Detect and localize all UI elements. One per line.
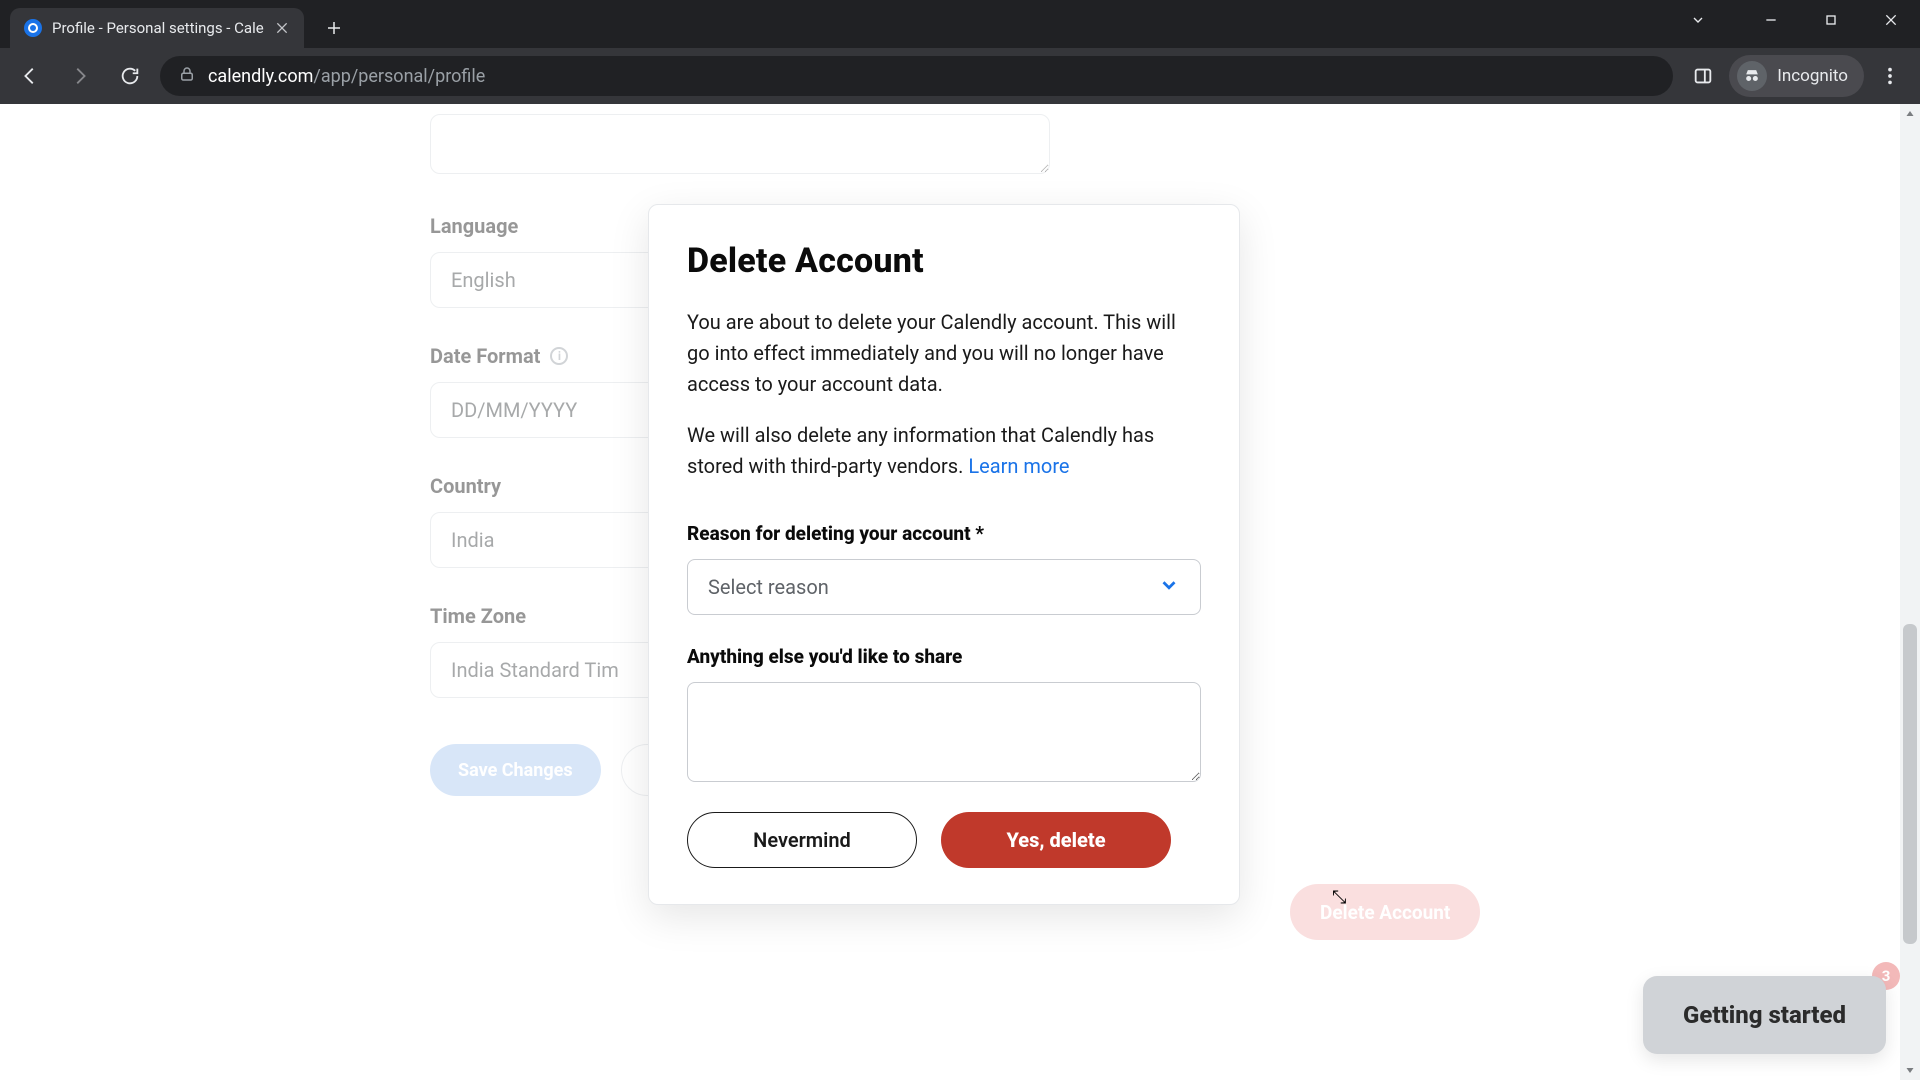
chevron-down-icon [1158, 574, 1180, 601]
browser-tab[interactable]: Profile - Personal settings - Cale [10, 8, 304, 48]
modal-paragraph-2: We will also delete any information that… [687, 420, 1201, 482]
toolbar-right: Incognito [1683, 55, 1910, 97]
learn-more-link[interactable]: Learn more [968, 454, 1069, 478]
browser-toolbar: calendly.com/app/personal/profile Incogn… [0, 48, 1920, 104]
yes-delete-button[interactable]: Yes, delete [941, 812, 1171, 868]
modal-paragraph-1: You are about to delete your Calendly ac… [687, 307, 1201, 400]
calendly-favicon [24, 19, 42, 37]
maximize-button[interactable] [1808, 4, 1854, 36]
lock-icon [178, 65, 196, 88]
tab-search-icon[interactable] [1682, 4, 1714, 36]
reload-button[interactable] [110, 56, 150, 96]
window-controls [1682, 4, 1914, 36]
share-textarea[interactable] [687, 682, 1201, 782]
back-button[interactable] [10, 56, 50, 96]
getting-started-button[interactable]: Getting started [1643, 976, 1886, 1054]
side-panel-icon[interactable] [1683, 56, 1723, 96]
incognito-icon [1737, 61, 1767, 91]
new-tab-button[interactable] [318, 12, 350, 44]
share-label: Anything else you'd like to share [687, 645, 1201, 668]
url-path: /app/personal/profile [313, 66, 485, 87]
reason-placeholder: Select reason [708, 575, 829, 599]
tab-title: Profile - Personal settings - Cale [52, 19, 264, 37]
browser-chrome: Profile - Personal settings - Cale [0, 0, 1920, 104]
reason-label: Reason for deleting your account * [687, 522, 1201, 545]
scroll-thumb[interactable] [1903, 624, 1917, 944]
reason-select[interactable]: Select reason [687, 559, 1201, 615]
modal-title: Delete Account [687, 241, 1201, 281]
minimize-button[interactable] [1748, 4, 1794, 36]
incognito-chip[interactable]: Incognito [1729, 55, 1864, 97]
close-window-button[interactable] [1868, 4, 1914, 36]
address-bar[interactable]: calendly.com/app/personal/profile [160, 56, 1673, 96]
vertical-scrollbar[interactable] [1900, 104, 1920, 1080]
mouse-cursor: ⤡ [1332, 887, 1346, 908]
forward-button[interactable] [60, 56, 100, 96]
incognito-label: Incognito [1777, 66, 1848, 86]
url-text: calendly.com/app/personal/profile [208, 66, 1631, 87]
close-tab-icon[interactable] [274, 20, 290, 36]
kebab-menu-icon[interactable] [1870, 56, 1910, 96]
nevermind-button[interactable]: Nevermind [687, 812, 917, 868]
delete-account-modal: Delete Account You are about to delete y… [648, 204, 1240, 905]
modal-p2-text: We will also delete any information that… [687, 423, 1154, 478]
url-host: calendly.com [208, 66, 313, 87]
page-viewport: Language English Date Format i DD/MM/YYY… [0, 104, 1920, 1080]
scroll-up-arrow[interactable] [1900, 104, 1920, 124]
scroll-down-arrow[interactable] [1900, 1060, 1920, 1080]
tab-strip: Profile - Personal settings - Cale [0, 0, 1920, 48]
